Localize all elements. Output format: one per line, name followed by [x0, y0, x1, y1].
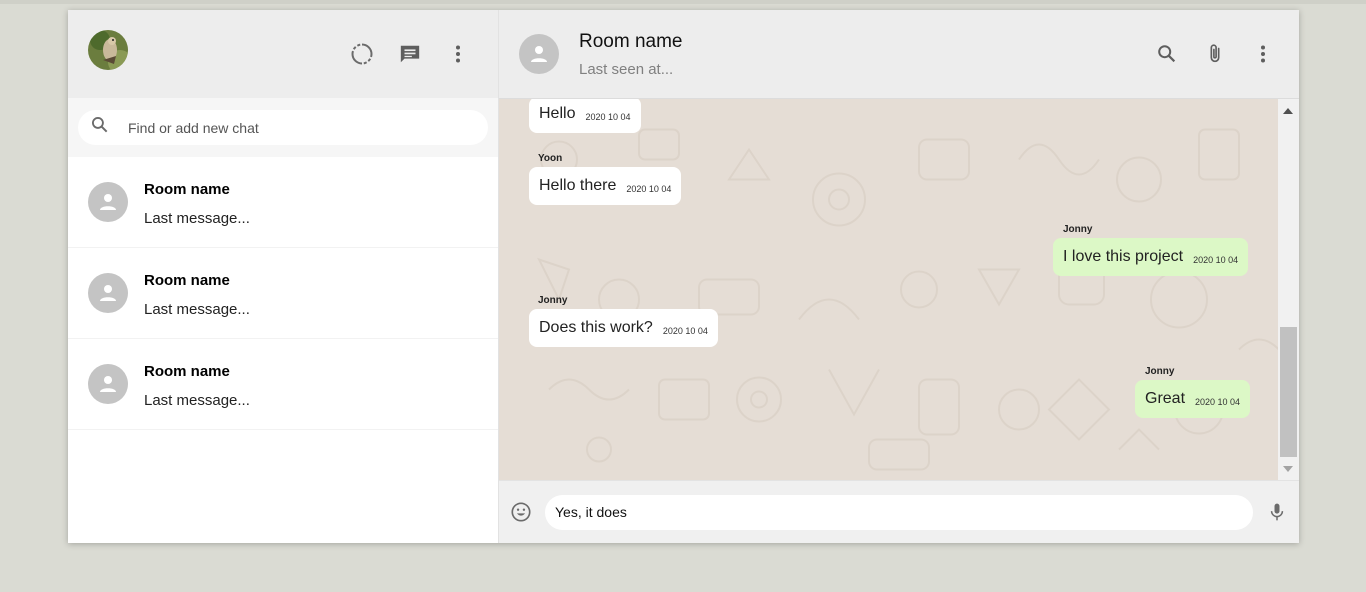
message-text: Great	[1145, 390, 1186, 407]
chat-last-message: Last message...	[144, 392, 250, 409]
message-bubble-sent: Great 2020 10 04	[1135, 380, 1251, 418]
microphone-icon[interactable]	[1265, 500, 1289, 524]
composer-bar	[499, 480, 1299, 543]
app-window: Room name Last message... Room name Last…	[68, 10, 1299, 543]
paperclip-icon[interactable]	[1191, 30, 1239, 78]
chat-panel: Room name Last seen at... Hello 2020 10 …	[499, 10, 1299, 543]
message-input-box[interactable]	[545, 494, 1253, 530]
chat-last-message: Last message...	[144, 210, 250, 227]
message-bubble-sent: I love this project 2020 10 04	[1053, 238, 1249, 276]
status-ring-icon[interactable]	[338, 30, 386, 78]
search-box[interactable]	[78, 110, 488, 145]
more-vert-icon[interactable]	[1239, 30, 1287, 78]
new-chat-icon[interactable]	[386, 30, 434, 78]
chat-name: Room name	[144, 181, 230, 198]
message-bubble-received: Does this work? 2020 10 04	[529, 309, 718, 347]
chat-header-icons	[1143, 30, 1287, 78]
room-avatar-icon[interactable]	[519, 34, 559, 74]
chat-info: Room name Last message...	[144, 181, 250, 227]
sidebar-header	[68, 10, 498, 98]
message-text: Does this work?	[539, 319, 653, 336]
scroll-up-arrow-icon[interactable]	[1283, 108, 1293, 114]
message-timestamp: 2020 10 04	[626, 184, 672, 194]
top-green-strip	[0, 0, 1366, 4]
room-avatar-icon	[88, 364, 128, 404]
chat-info: Room name Last message...	[144, 272, 250, 318]
scroll-down-arrow-icon[interactable]	[1283, 466, 1293, 472]
message-text: I love this project	[1063, 248, 1184, 265]
message-text: Hello there	[539, 177, 617, 194]
search-container	[68, 98, 498, 157]
chat-header-info: Room name Last seen at...	[579, 31, 1143, 78]
more-vert-icon[interactable]	[434, 30, 482, 78]
sidebar-header-icons	[338, 30, 482, 78]
chat-title: Room name	[579, 30, 683, 52]
message-area[interactable]: Hello 2020 10 04 Yoon Hello there 2020 1…	[499, 99, 1299, 480]
chat-last-seen: Last seen at...	[579, 60, 674, 78]
sidebar: Room name Last message... Room name Last…	[68, 10, 499, 543]
message-bubble-received: Hello 2020 10 04	[529, 99, 641, 133]
message-sender: Jonny	[538, 295, 568, 306]
chat-last-message: Last message...	[144, 301, 250, 318]
user-avatar[interactable]	[88, 29, 128, 70]
room-avatar-icon	[88, 182, 128, 222]
search-input[interactable]	[128, 119, 448, 136]
chat-list-item[interactable]: Room name Last message...	[68, 248, 498, 339]
message-bubble-received: Hello there 2020 10 04	[529, 167, 682, 205]
chat-info: Room name Last message...	[144, 363, 250, 409]
doodle-background	[537, 128, 1280, 471]
message-timestamp: 2020 10 04	[1195, 397, 1241, 407]
smiley-icon[interactable]	[509, 500, 533, 524]
message-sender: Jonny	[1063, 224, 1093, 235]
chat-name: Room name	[144, 363, 230, 380]
message-sender: Jonny	[1145, 366, 1175, 377]
message-text: Hello	[539, 105, 576, 122]
message-input[interactable]	[555, 504, 1253, 520]
message-timestamp: 2020 10 04	[662, 326, 708, 336]
chat-list-item[interactable]: Room name Last message...	[68, 157, 498, 248]
search-icon[interactable]	[1143, 30, 1191, 78]
scroll-thumb[interactable]	[1280, 327, 1297, 457]
message-sender: Yoon	[538, 153, 563, 164]
chat-header: Room name Last seen at...	[499, 10, 1299, 99]
room-avatar-icon	[88, 273, 128, 313]
message-timestamp: 2020 10 04	[585, 112, 631, 122]
message-scrollbar[interactable]	[1278, 99, 1299, 480]
chat-list-item[interactable]: Room name Last message...	[68, 339, 498, 430]
chat-list: Room name Last message... Room name Last…	[68, 157, 498, 543]
message-timestamp: 2020 10 04	[1193, 255, 1239, 265]
chat-name: Room name	[144, 272, 230, 289]
search-icon	[90, 115, 110, 140]
